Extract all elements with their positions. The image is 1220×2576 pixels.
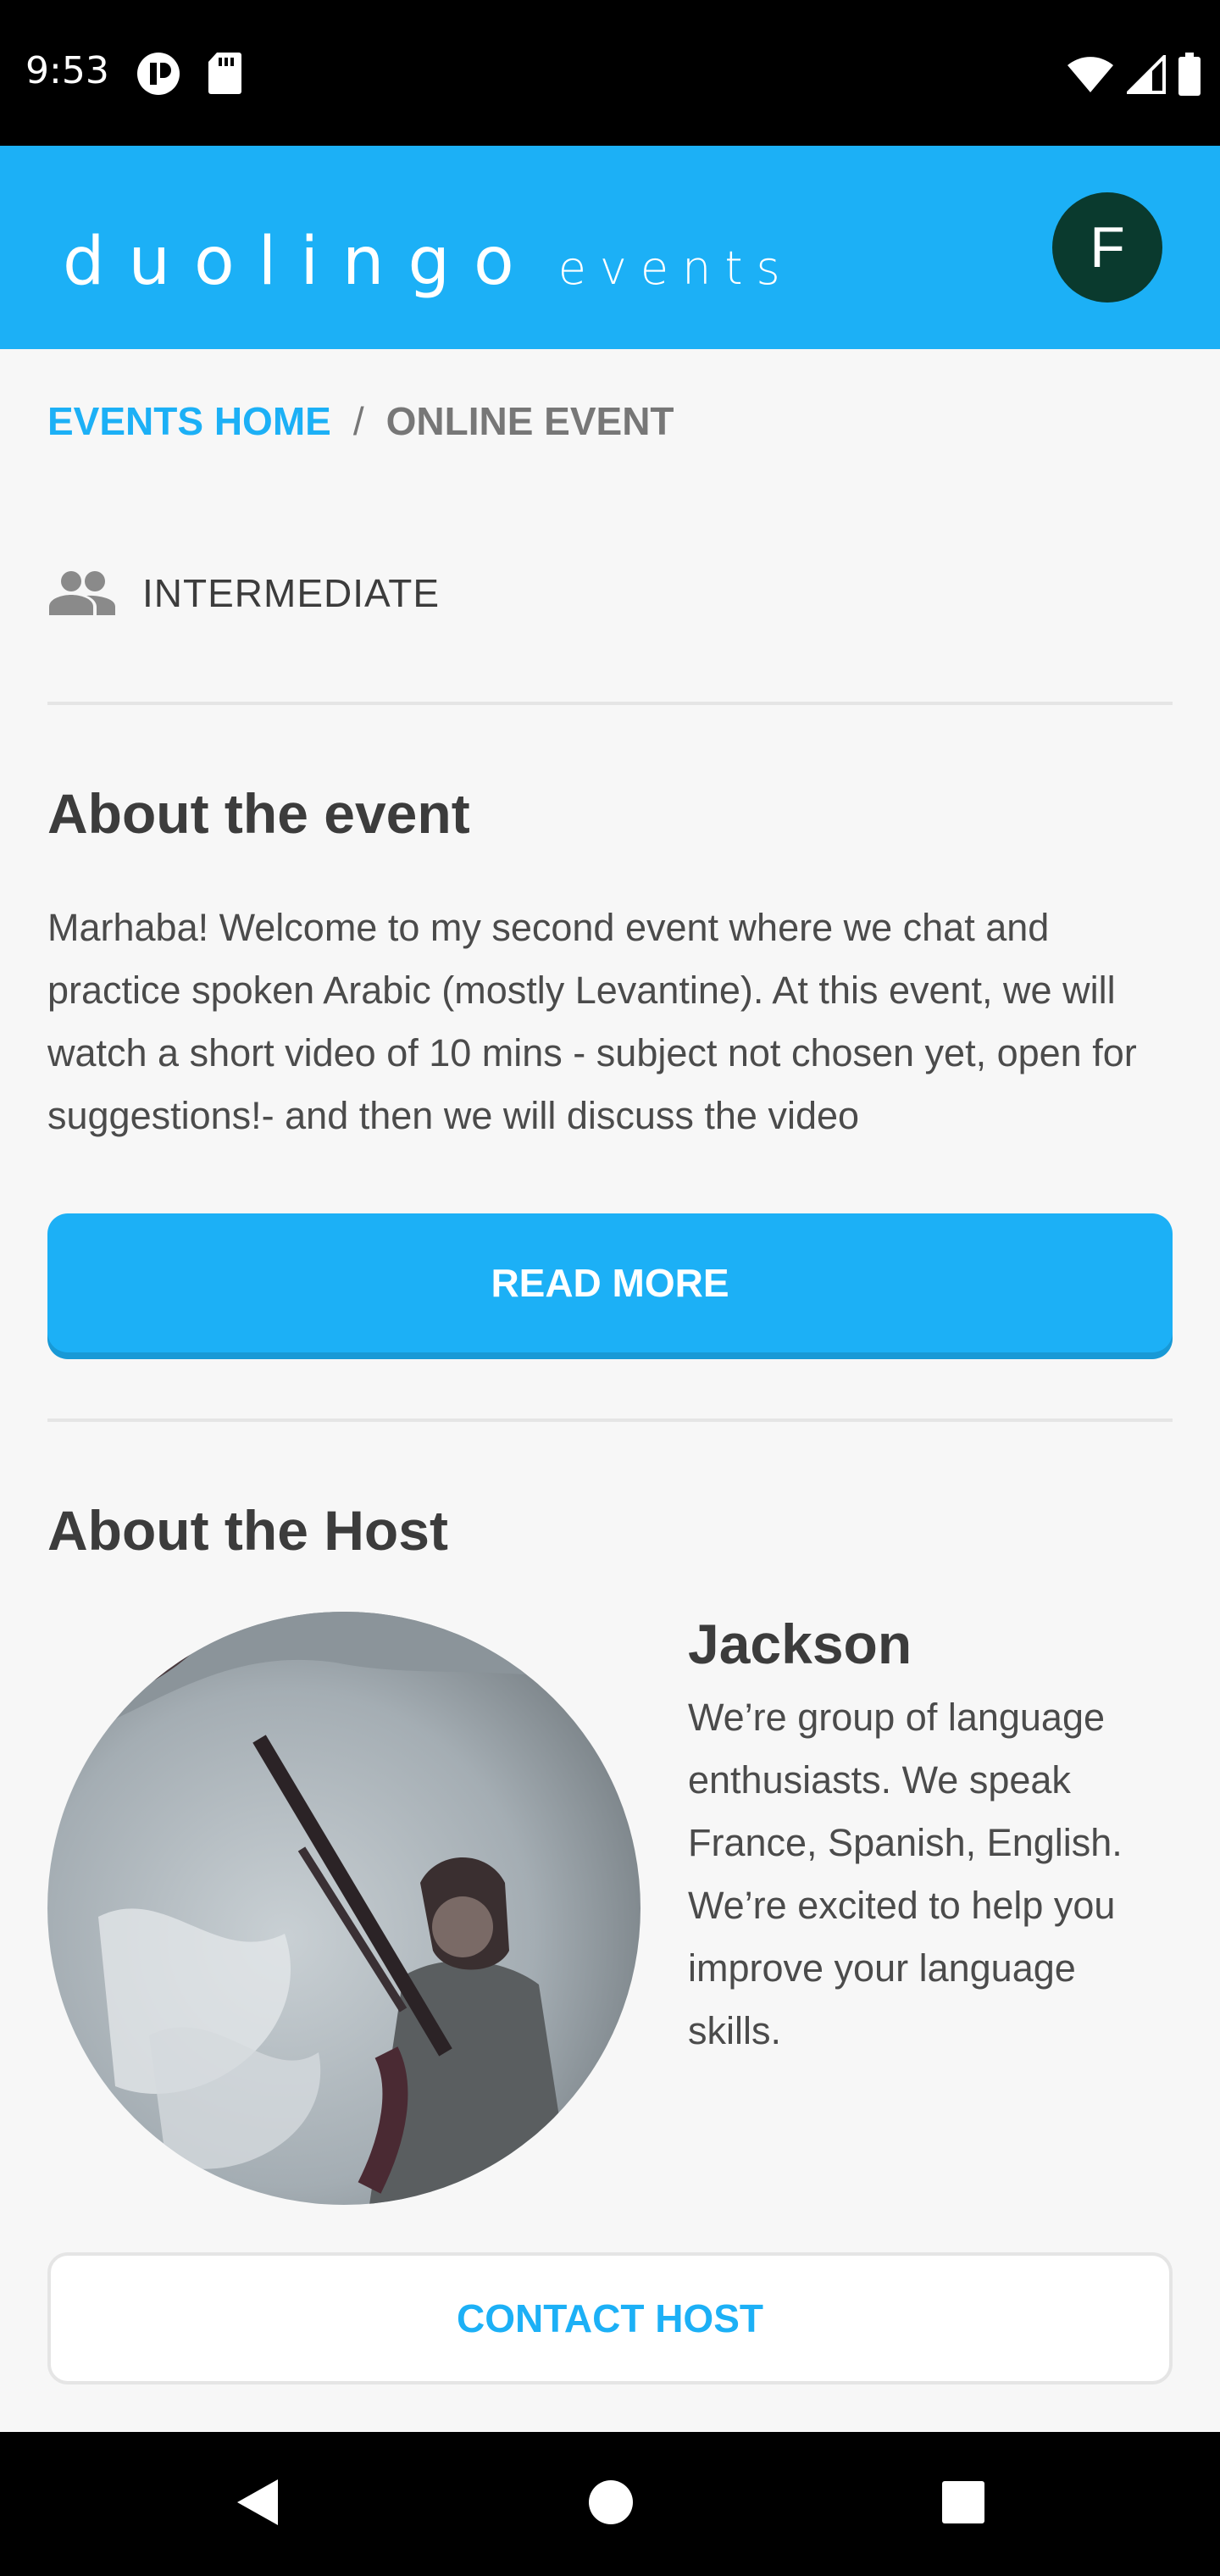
- back-icon[interactable]: [229, 2474, 285, 2530]
- cell-signal-icon: [1127, 55, 1166, 94]
- read-more-button[interactable]: READ MORE: [47, 1213, 1173, 1352]
- breadcrumb-current: ONLINE EVENT: [385, 399, 674, 443]
- status-time: 9:53: [25, 49, 109, 92]
- breadcrumb: EVENTS HOME / ONLINE EVENT: [47, 398, 674, 444]
- host-name: Jackson: [688, 1613, 912, 1675]
- divider: [47, 702, 1173, 705]
- status-bar: 9:53: [0, 0, 1220, 146]
- about-event-text: Marhaba! Welcome to my second event wher…: [47, 906, 1137, 1137]
- breadcrumb-separator: /: [352, 399, 364, 443]
- duolingo-events-logo[interactable]: duolingo events: [63, 224, 794, 300]
- navigation-bar: [0, 2432, 1220, 2576]
- about-event-title: About the event: [47, 782, 470, 845]
- battery-icon: [1178, 53, 1201, 96]
- recents-icon[interactable]: [935, 2474, 991, 2530]
- about-host-title: About the Host: [47, 1499, 448, 1562]
- level-label: INTERMEDIATE: [142, 571, 441, 615]
- logo-sub: events: [557, 242, 794, 295]
- event-level: INTERMEDIATE: [47, 569, 440, 617]
- host-bio: We’re group of language enthusiasts. We …: [688, 1696, 1123, 2052]
- divider: [47, 1418, 1173, 1422]
- user-avatar[interactable]: F: [1052, 192, 1162, 303]
- host-photo: [47, 1612, 640, 2205]
- app-header: duolingo events F: [0, 146, 1220, 349]
- sd-card-icon: [208, 53, 241, 94]
- wifi-icon: [1068, 57, 1113, 92]
- contact-host-button[interactable]: CONTACT HOST: [47, 2252, 1173, 2384]
- notification-icon: [137, 53, 180, 95]
- breadcrumb-events-home[interactable]: EVENTS HOME: [47, 398, 331, 444]
- logo-main: duolingo: [63, 224, 538, 300]
- people-icon: [49, 571, 115, 615]
- home-icon[interactable]: [583, 2474, 639, 2530]
